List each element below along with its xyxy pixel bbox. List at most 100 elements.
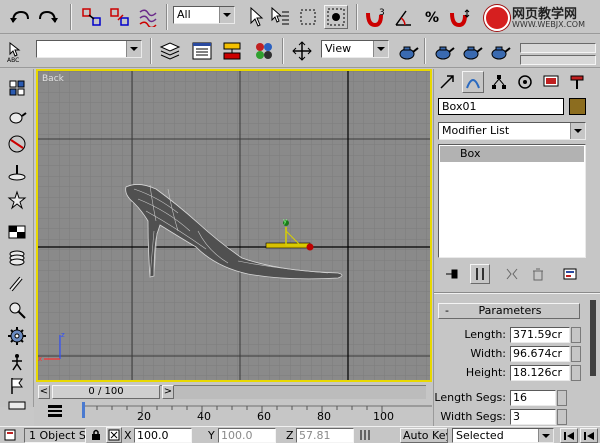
render-teapot-icon — [463, 46, 483, 60]
tool-teapot-button[interactable] — [4, 104, 30, 128]
percent-snap-button[interactable]: % — [420, 5, 444, 29]
tool-cylinder-button[interactable] — [4, 272, 30, 296]
key-filter-dropdown[interactable]: Selected — [452, 428, 554, 443]
stack-item-box[interactable]: Box — [440, 146, 584, 162]
previous-frame-button[interactable] — [580, 428, 598, 443]
tool-geometry-button[interactable] — [4, 76, 30, 100]
track-bar-toggle-button[interactable] — [44, 402, 66, 420]
object-color-swatch[interactable] — [569, 98, 586, 115]
spinner-snap-button[interactable] — [448, 5, 472, 29]
tool-bend-button[interactable] — [4, 160, 30, 184]
select-by-name-button[interactable] — [268, 5, 292, 29]
viewport-label[interactable]: Back — [42, 74, 64, 84]
bind-space-warp-button[interactable] — [136, 5, 160, 29]
pin-stack-button[interactable] — [442, 264, 462, 284]
render-preset-field[interactable] — [520, 55, 596, 65]
length-segs-spinner: Length Segs: 16 — [434, 390, 582, 406]
teapot-icon — [399, 46, 419, 60]
time-slider-track[interactable] — [160, 385, 426, 399]
redo-button[interactable] — [36, 5, 60, 29]
render-scene-button[interactable] — [432, 39, 456, 63]
undo-button[interactable] — [8, 5, 32, 29]
y-coordinate-field[interactable]: 100.0 — [218, 428, 276, 443]
show-end-result-button[interactable] — [470, 264, 490, 284]
length-segs-label: Length Segs: — [434, 391, 506, 404]
select-object-button[interactable] — [244, 5, 268, 29]
tool-stack-button[interactable] — [4, 246, 30, 270]
time-slider-next[interactable]: > — [162, 385, 174, 399]
svg-text:z: z — [61, 331, 65, 339]
viewport-canvas: y z x — [38, 71, 430, 380]
angle-snap-button[interactable] — [392, 5, 416, 29]
utilities-tab[interactable] — [566, 71, 588, 93]
width-spinner-arrows[interactable] — [571, 346, 581, 362]
height-input[interactable]: 18.126cr — [510, 365, 570, 381]
motion-tab[interactable] — [514, 71, 536, 93]
absolute-mode-toggle[interactable] — [106, 427, 122, 443]
make-unique-button[interactable] — [502, 264, 522, 284]
panel-divider — [434, 292, 600, 294]
height-spinner-arrows[interactable] — [571, 365, 581, 381]
render-type-field[interactable] — [520, 43, 596, 53]
snap-toggle-button[interactable]: 3 — [364, 5, 388, 29]
length-input[interactable]: 371.59cr — [510, 327, 570, 343]
configure-sets-button[interactable] — [560, 264, 580, 284]
selection-filter-dropdown[interactable]: All — [173, 6, 235, 24]
lamp-icon — [8, 165, 26, 181]
disc-stack-icon — [9, 250, 25, 266]
quick-render-button[interactable] — [460, 39, 484, 63]
auto-key-button[interactable]: Auto Key — [400, 428, 448, 443]
unlink-selection-button[interactable] — [108, 5, 132, 29]
length-segs-input[interactable]: 16 — [510, 390, 556, 406]
tool-sphere-button[interactable] — [4, 132, 30, 156]
width-input[interactable]: 96.674cr — [510, 346, 570, 362]
tool-checker-button[interactable] — [4, 220, 30, 244]
y-coordinate-value: 100.0 — [221, 429, 253, 442]
modify-tab[interactable] — [462, 71, 484, 93]
stack-controls — [440, 264, 586, 284]
reference-coordinate-dropdown[interactable]: View — [321, 40, 389, 58]
create-tab[interactable] — [436, 71, 458, 93]
select-by-name-icon — [271, 7, 289, 25]
display-tab[interactable] — [540, 71, 562, 93]
x-coordinate-field[interactable]: 100.0 — [134, 428, 192, 443]
viewport-back[interactable]: y z x Back — [36, 69, 432, 382]
edit-named-selection-button[interactable]: ABC — [6, 40, 30, 64]
grid-setting-button[interactable] — [358, 427, 372, 443]
rectangular-selection-button[interactable] — [296, 5, 320, 29]
length-spinner-arrows[interactable] — [571, 327, 581, 343]
track-view-button[interactable] — [190, 39, 214, 63]
select-and-move-button[interactable] — [290, 39, 314, 63]
render-last-button[interactable] — [488, 39, 512, 63]
remove-modifier-button[interactable] — [528, 264, 548, 284]
tool-gear-button[interactable] — [4, 324, 30, 348]
length-segs-spinner-arrows[interactable] — [557, 390, 567, 406]
command-panel-scrollbar[interactable] — [590, 300, 596, 376]
select-and-link-button[interactable] — [80, 5, 104, 29]
window-crossing-button[interactable] — [324, 5, 348, 29]
z-coordinate-field[interactable]: 57.81 — [296, 428, 354, 443]
width-segs-input[interactable]: 3 — [510, 409, 556, 425]
selection-lock-toggle[interactable] — [88, 427, 104, 443]
named-selection-icon: ABC — [7, 42, 21, 62]
svg-text:y: y — [283, 217, 287, 225]
tool-lathe-button[interactable] — [4, 298, 30, 322]
layer-manager-button[interactable] — [158, 39, 182, 63]
use-pivot-center-button[interactable] — [396, 39, 420, 63]
maxscript-listener-button[interactable] — [2, 427, 18, 443]
tool-star-button[interactable] — [4, 188, 30, 212]
time-slider-prev[interactable]: < — [38, 385, 50, 399]
tool-tray-button[interactable] — [4, 398, 30, 412]
time-slider-thumb[interactable]: 0 / 100 — [52, 385, 160, 399]
width-segs-spinner-arrows[interactable] — [557, 409, 567, 425]
parameters-rollout-header[interactable]: - Parameters — [438, 303, 580, 319]
material-editor-button[interactable] — [252, 39, 276, 63]
schematic-view-button[interactable] — [220, 39, 244, 63]
hierarchy-tab[interactable] — [488, 71, 510, 93]
object-name-field[interactable]: Box01 — [438, 98, 564, 115]
tool-flag-button[interactable] — [4, 374, 30, 398]
tool-motion-button[interactable] — [4, 350, 30, 374]
named-selection-set-dropdown[interactable] — [36, 40, 142, 58]
go-to-start-button[interactable] — [560, 428, 578, 443]
modifier-list-dropdown[interactable]: Modifier List — [438, 122, 586, 140]
